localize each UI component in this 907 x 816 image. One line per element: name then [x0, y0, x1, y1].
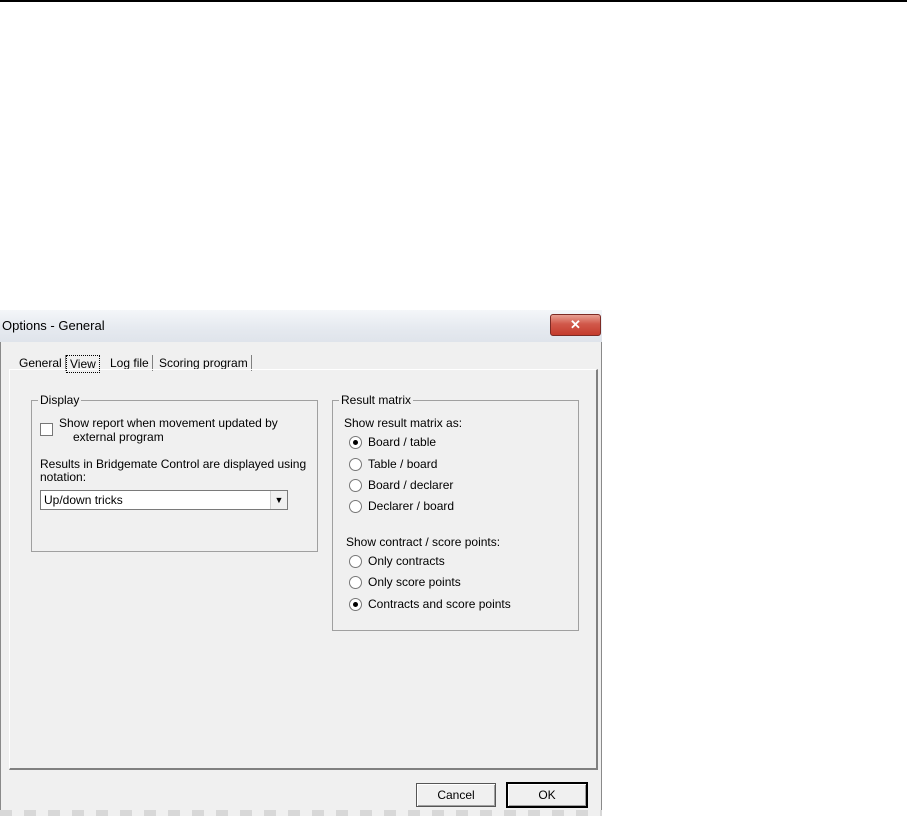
cancel-button[interactable]: Cancel	[416, 783, 496, 807]
radio-board-declarer[interactable]	[349, 479, 362, 492]
notation-select-value: Up/down tricks	[44, 493, 123, 507]
radio-declarer-board-label: Declarer / board	[368, 499, 455, 513]
top-border-line	[0, 0, 907, 2]
options-dialog: Options - General ✕ General View Log fil…	[0, 310, 602, 816]
display-group-label: Display	[38, 393, 82, 407]
radio-only-contracts[interactable]	[349, 555, 362, 568]
radio-only-contracts-label: Only contracts	[368, 554, 445, 568]
dialog-bottom-border	[0, 810, 602, 816]
radio-contracts-and-score-points[interactable]	[349, 598, 362, 611]
notation-label-line2: notation:	[40, 470, 87, 484]
radio-contracts-and-score-points-label: Contracts and score points	[368, 597, 511, 611]
radio-only-score-points-label: Only score points	[368, 575, 461, 589]
radio-only-score-points[interactable]	[349, 576, 362, 589]
result-matrix-group-label: Result matrix	[339, 393, 414, 407]
window-title: Options - General	[2, 318, 105, 333]
show-report-checkbox[interactable]	[40, 423, 53, 436]
show-report-label-line2: external program	[73, 430, 164, 444]
radio-table-board[interactable]	[349, 458, 362, 471]
radio-board-table-label: Board / table	[368, 435, 437, 449]
close-icon: ✕	[570, 317, 581, 332]
chevron-down-icon[interactable]: ▼	[270, 491, 287, 509]
title-bar[interactable]: Options - General ✕	[0, 310, 602, 342]
radio-board-table[interactable]	[349, 436, 362, 449]
show-report-label-line1: Show report when movement updated by	[59, 416, 278, 430]
show-as-label: Show result matrix as:	[344, 416, 463, 430]
close-button[interactable]: ✕	[550, 314, 601, 336]
notation-label-line1: Results in Bridgemate Control are displa…	[40, 457, 307, 471]
show-points-label: Show contract / score points:	[346, 535, 501, 549]
radio-table-board-label: Table / board	[368, 457, 438, 471]
radio-board-declarer-label: Board / declarer	[368, 478, 454, 492]
notation-select[interactable]: Up/down tricks ▼	[40, 490, 288, 510]
radio-declarer-board[interactable]	[349, 500, 362, 513]
ok-button[interactable]: OK	[506, 782, 588, 808]
